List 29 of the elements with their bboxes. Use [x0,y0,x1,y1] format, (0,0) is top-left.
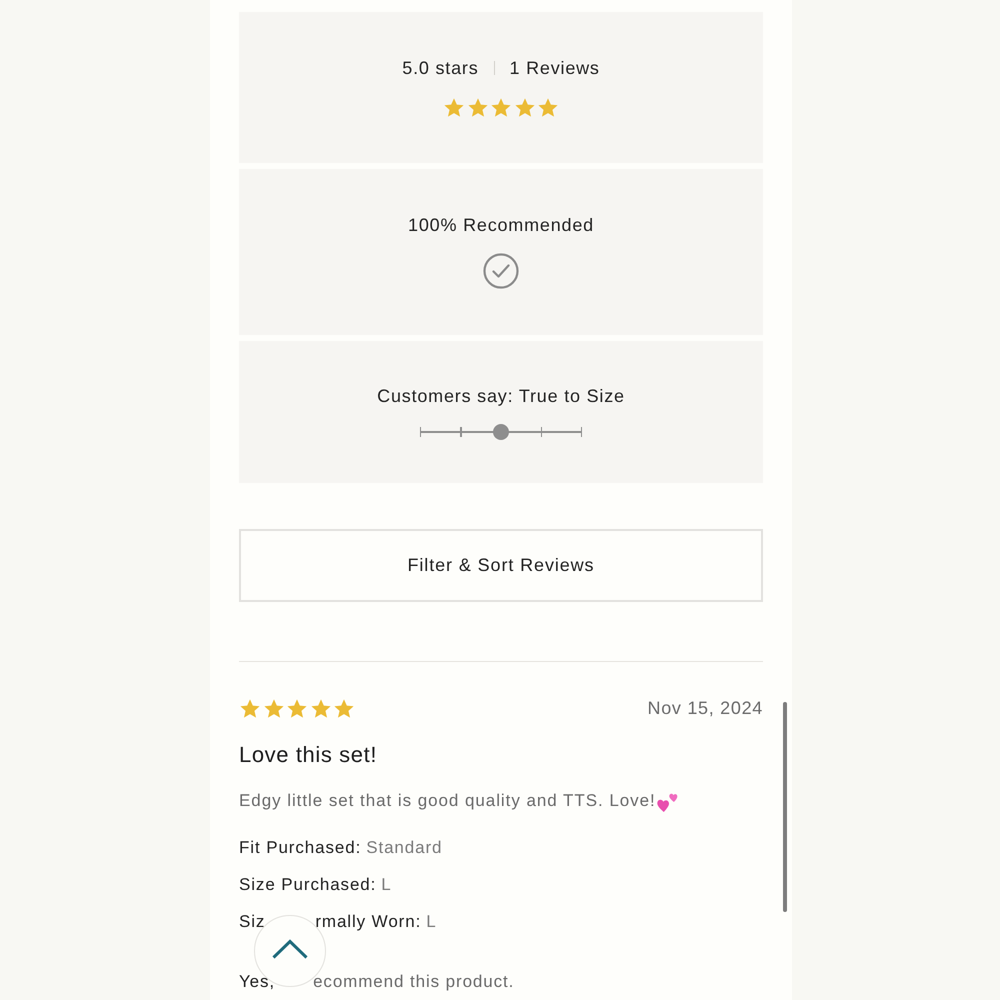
star-icon [310,698,332,718]
detail-value: L [381,875,392,895]
star-icon [490,97,512,118]
review-count: 1 Reviews [510,57,600,79]
detail-label: Size Purchased: [239,875,376,895]
detail-label: rmally Worn: [315,912,422,932]
check-circle-icon [483,253,519,289]
recommend-answer: Yes, [239,972,276,992]
star-icon [286,698,308,718]
chevron-up-icon [272,939,308,959]
fit-summary: Customers say: True to Size [377,385,625,407]
review-date: Nov 15, 2024 [648,698,763,718]
star-icon [239,698,261,718]
star-icon [333,698,355,718]
detail-label: Fit Purchased: [239,838,362,858]
star-icon [262,698,284,718]
review-text: Edgy little set that is good quality and TTS. Love! [239,791,656,811]
filter-sort-button[interactable]: Filter & Sort Reviews [239,529,763,602]
review-title: Love this set! [239,741,378,769]
recommended-percentage: 100% Recommended [408,214,594,236]
star-icon [443,97,465,118]
star-icon [514,97,536,118]
detail-value: L [426,912,437,932]
star-icon [466,97,488,118]
detail-value: Standard [366,838,442,858]
average-rating: 5.0 stars [402,57,478,79]
recommend-text: ecommend this product. [313,972,514,992]
detail-label: Siz [239,912,266,932]
star-icon [537,97,559,118]
